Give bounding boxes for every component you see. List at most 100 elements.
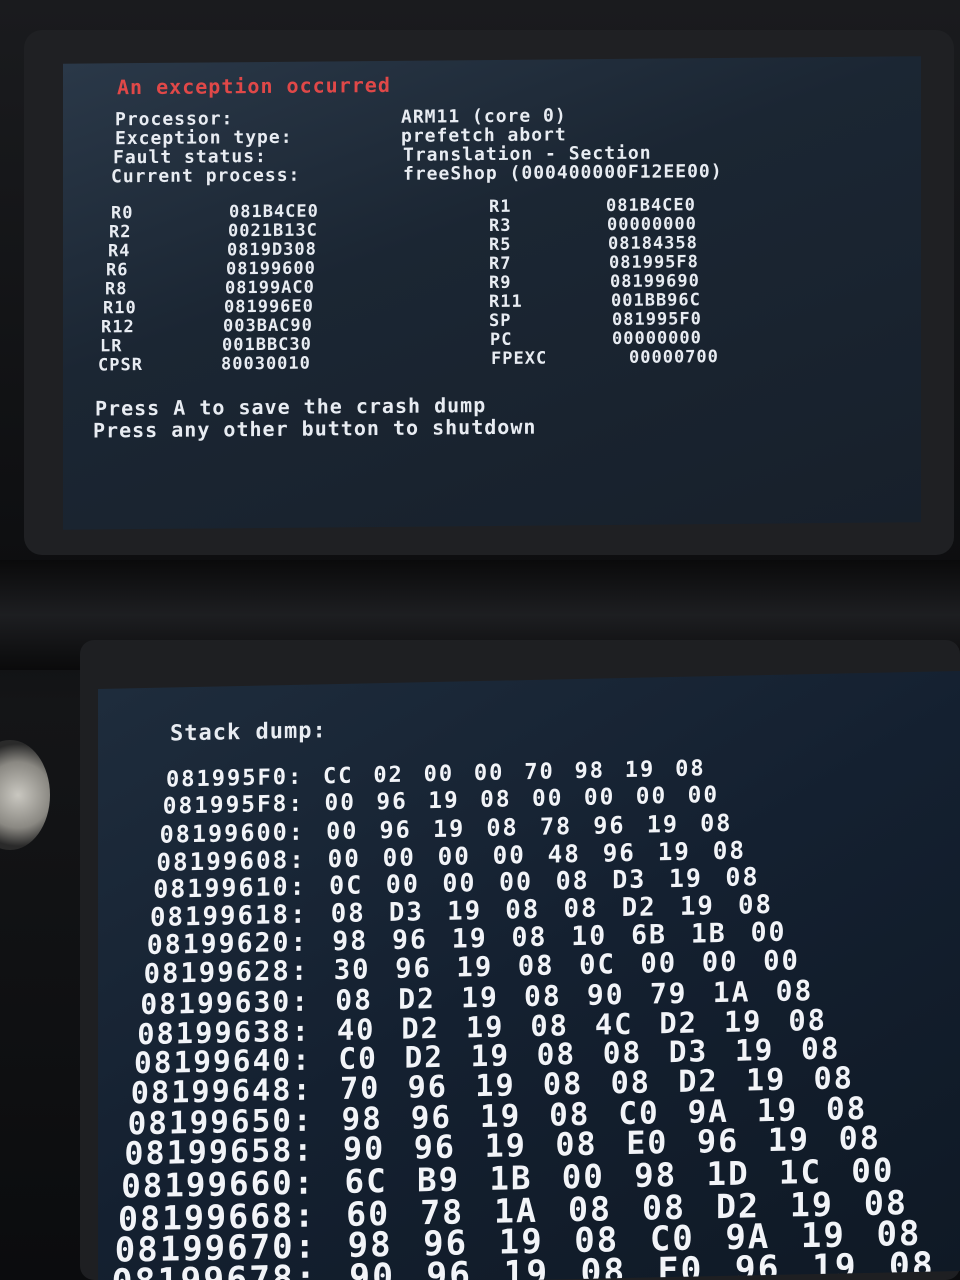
register-name: R7	[489, 253, 512, 275]
stack-dump-byte: 08	[486, 812, 519, 842]
stack-dump-byte: 00	[473, 760, 505, 787]
stack-dump-byte: 08	[580, 1251, 627, 1280]
stack-dump-byte: 00	[750, 917, 787, 949]
register-name: LR	[100, 336, 123, 357]
stack-dump-byte: 00	[385, 869, 420, 899]
shutdown-prompt: Press any other button to shutdown	[93, 414, 537, 443]
stack-dump-byte: 98	[574, 758, 606, 785]
stack-dump-byte: 96	[395, 952, 432, 985]
info-label: Current process:	[111, 164, 301, 188]
stack-dump-byte: 19	[456, 951, 494, 984]
stack-dump-byte: 08	[738, 889, 774, 921]
stack-dump-byte: 00	[423, 761, 455, 788]
register-value: 0819D308	[227, 239, 317, 261]
register-name: FPEXC	[491, 348, 548, 370]
stack-dump-byte: 0C	[329, 870, 364, 901]
stack-dump-byte: 00	[327, 843, 361, 873]
register-value: 08199690	[610, 271, 700, 292]
register-value: 081B4CE0	[229, 201, 319, 223]
bottom-screen: Stack dump: 081995F0: CC 02 00 00 70 98 19 08 081…	[98, 670, 960, 1280]
stack-dump-byte: 08	[480, 786, 512, 814]
register-value: 081996E0	[224, 296, 314, 318]
stack-dump-byte: 00	[583, 784, 616, 812]
stack-dump-byte: 08	[517, 950, 555, 983]
register-value: 00000000	[607, 214, 697, 235]
register-value: 081995F8	[609, 252, 699, 273]
register-name: R3	[489, 215, 512, 237]
stack-dump-byte: 08	[563, 893, 599, 924]
register-value: 80030010	[221, 353, 311, 375]
register-value: 0021B13C	[228, 220, 318, 242]
stack-dump-byte: 98	[332, 925, 369, 958]
register-name: R2	[109, 222, 132, 243]
register-name: R4	[108, 241, 131, 262]
info-value: freeShop (000400000F12EE00)	[403, 160, 723, 185]
stack-dump-byte: 30	[333, 954, 371, 986]
stack-dump-address: 081995F8:	[162, 790, 305, 820]
stack-dump-byte: 00	[763, 945, 800, 977]
stack-dump-byte: 19	[657, 836, 691, 866]
stack-dump-byte: 10	[571, 920, 608, 953]
stack-dump-byte: 00	[382, 841, 416, 872]
stack-dump-byte: 08	[330, 897, 366, 929]
stack-dump-byte: 19	[668, 863, 703, 893]
stack-dump-address: 08199678:	[112, 1258, 318, 1280]
stack-dump-byte: D3	[612, 864, 647, 895]
3ds-device: An exception occurred Processor: ARM11 (…	[0, 0, 960, 1280]
stack-dump-byte: D2	[621, 891, 657, 923]
stack-dump-byte: 00	[492, 839, 526, 870]
stack-dump-byte: 70	[524, 759, 555, 786]
register-name: SP	[489, 310, 512, 332]
stack-dump-byte: E0	[657, 1250, 704, 1280]
stack-dump-byte: 00	[498, 866, 534, 897]
register-value: 081B4CE0	[606, 195, 696, 217]
stack-dump-byte: 00	[701, 946, 739, 979]
stack-dump-byte: 08	[700, 808, 733, 838]
stack-dump-byte: 08	[675, 756, 706, 782]
stack-dump-byte: 90	[349, 1256, 395, 1280]
stack-dump-address: 081995F0:	[166, 764, 304, 793]
stack-dump-byte: 08	[725, 862, 760, 892]
stack-dump-byte: 00	[324, 789, 356, 817]
stack-dump-byte: 96	[593, 810, 626, 840]
stack-dump-byte: 19	[447, 895, 483, 927]
stack-dump-byte: 19	[624, 757, 656, 783]
stack-dump-byte: 96	[602, 837, 636, 868]
stack-dump-byte: 08	[555, 865, 590, 896]
stack-dump-byte: 19	[428, 787, 460, 815]
stack-dump-byte: 48	[547, 838, 581, 869]
register-name: R8	[105, 279, 128, 300]
register-value: 001BBC30	[222, 334, 312, 356]
register-name: R5	[489, 234, 512, 256]
stack-dump-byte: 0C	[579, 948, 616, 981]
register-name: R6	[106, 260, 129, 281]
stack-dump-byte: 96	[379, 815, 412, 844]
stack-dump-byte: 00	[442, 867, 477, 898]
stack-dump-byte: 00	[532, 785, 564, 813]
register-value: 001BB96C	[611, 290, 701, 311]
stack-dump-byte: 00	[635, 783, 668, 810]
stack-dump-byte: 00	[437, 840, 471, 871]
register-name: R10	[103, 298, 137, 319]
register-name: R0	[111, 203, 134, 224]
register-name: PC	[490, 329, 513, 351]
register-name: CPSR	[98, 355, 143, 376]
register-value: 00000700	[629, 347, 719, 368]
stack-dump-byte: 19	[679, 890, 715, 922]
register-value: 08184358	[608, 233, 698, 254]
register-value: 08199600	[226, 258, 316, 280]
top-screen: An exception occurred Processor: ARM11 (…	[63, 56, 921, 530]
stack-dump-byte: D3	[388, 896, 424, 928]
stack-dump-byte: 19	[432, 814, 466, 843]
register-name: R11	[489, 291, 523, 313]
stack-dump-byte: 00	[687, 782, 720, 809]
stack-dump-byte: 00	[640, 947, 678, 980]
stack-dump-byte: 96	[392, 924, 428, 957]
stack-dump-byte: 19	[503, 1253, 550, 1280]
stack-dump-byte: 19	[451, 923, 488, 956]
register-value: 00000000	[612, 328, 702, 349]
stack-dump-title: Stack dump:	[170, 718, 327, 747]
stack-dump-byte: 96	[376, 788, 408, 816]
stack-dump-byte: 19	[646, 809, 679, 839]
stack-dump-byte: 08	[712, 835, 746, 865]
